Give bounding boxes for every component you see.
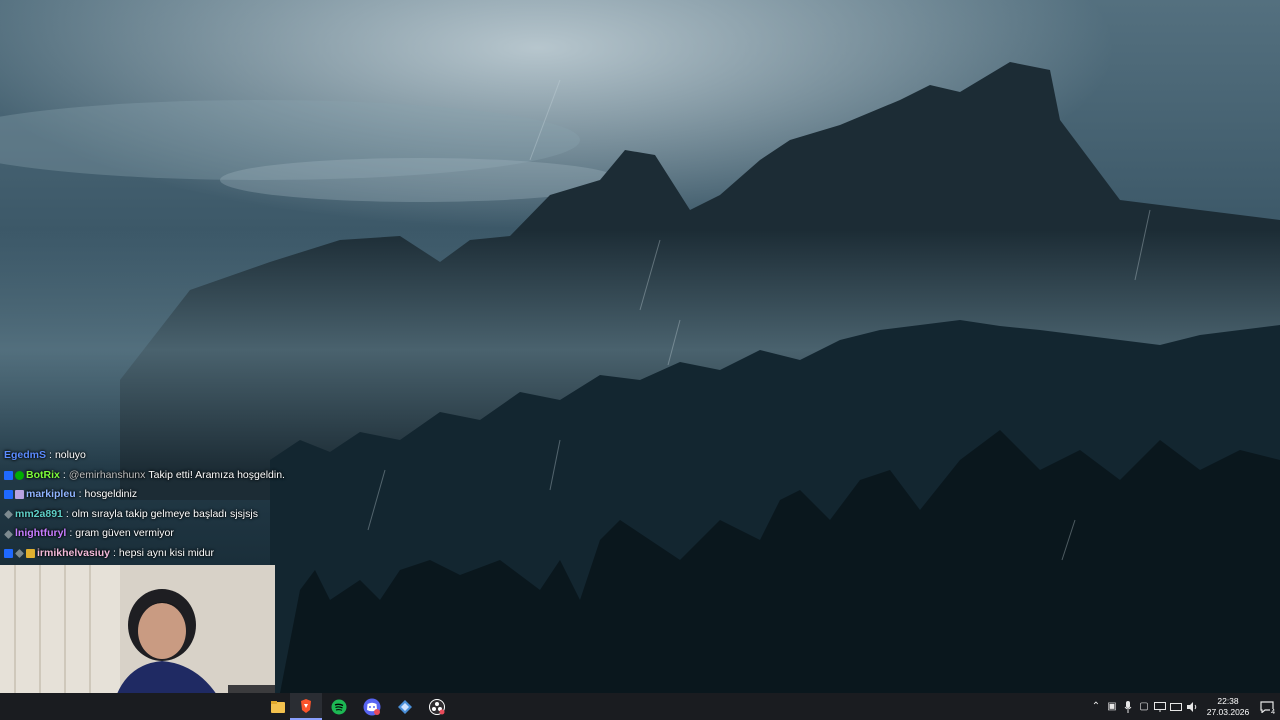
sub-badge-icon [15,490,24,500]
chat-separator: : [62,468,66,481]
notification-count: 4 [1270,709,1276,716]
chat-username: irmikhelvasiuy [37,546,110,559]
mod-badge-icon [4,490,13,500]
network-icon[interactable] [1152,693,1168,720]
chat-text: Takip etti! Aramıza hoşgeldin. [148,468,285,481]
clock[interactable]: 22:38 27.03.2026 [1202,696,1254,718]
spotify-icon[interactable] [323,693,355,720]
chat-message: mm2a891: olm sırayla takip gelmeye başlad… [0,505,420,525]
sword-badge-icon [15,549,24,559]
chat-username: BotRix [26,468,60,481]
chat-username: EgedmS [4,449,47,461]
volume-icon[interactable] [1184,693,1200,720]
chat-message: BotRix: @emirhanshunx Takip etti! Aramıza … [0,466,420,486]
obs-studio-icon[interactable] [421,693,453,720]
chat-message: irmikhelvasiuy: hepsi aynı kisi midur [0,544,420,564]
mod-badge-icon [4,470,13,480]
chat-username: markipleu [26,488,76,501]
discord-icon[interactable] [356,693,388,720]
chat-text: hosgeldiniz [84,488,138,501]
chat-text: noluyo [54,449,86,461]
chat-message: EgedmS: noluyo [0,446,420,466]
chat-separator: : [69,527,73,540]
chat-username: mm2a891 [15,507,63,520]
clock-time: 22:38 [1217,695,1239,706]
chat-separator: : [49,449,52,461]
sword-badge-icon [4,510,13,520]
taskbar: ⌃ ▣ ▢ 22:38 27.03.2026 4 [0,693,1280,720]
chat-text: gram güven vermiyor [75,527,174,540]
chat-separator: : [78,488,82,501]
camera-icon[interactable]: ▣ [1104,693,1120,720]
chat-message: lnightfuryl: gram güven vermiyor [0,524,420,544]
chat-mention: @emirhanshunx [68,468,146,481]
verified-badge-icon [15,470,24,480]
chat-overlay: EgedmS: noluyo BotRix: @emirhanshunx Takip e… [0,446,420,564]
sword-badge-icon [4,529,13,539]
system-tray: ⌃ ▣ ▢ 22:38 27.03.2026 4 [1088,693,1280,720]
microphone-icon[interactable] [1120,693,1136,720]
keyboard-icon[interactable] [1168,693,1184,720]
chat-separator: : [112,546,116,559]
screen-capture-icon[interactable]: ▢ [1136,693,1152,720]
chat-text: hepsi aynı kisi midur [118,546,215,559]
brave-browser-icon[interactable] [290,693,322,720]
mod-badge-icon [4,549,13,559]
chat-message: markipleu: hosgeldiniz [0,485,420,505]
streaming-app-icon[interactable] [389,693,421,720]
gold-badge-icon [26,549,35,559]
chevron-up-icon[interactable]: ⌃ [1088,693,1104,720]
chat-text: olm sırayla takip gelmeye başladı sjsjsj… [71,507,258,520]
chat-username: lnightfuryl [15,527,67,540]
chat-separator: : [65,507,69,520]
clock-date: 27.03.2026 [1206,706,1250,717]
notification-center-button[interactable]: 4 [1254,693,1280,720]
